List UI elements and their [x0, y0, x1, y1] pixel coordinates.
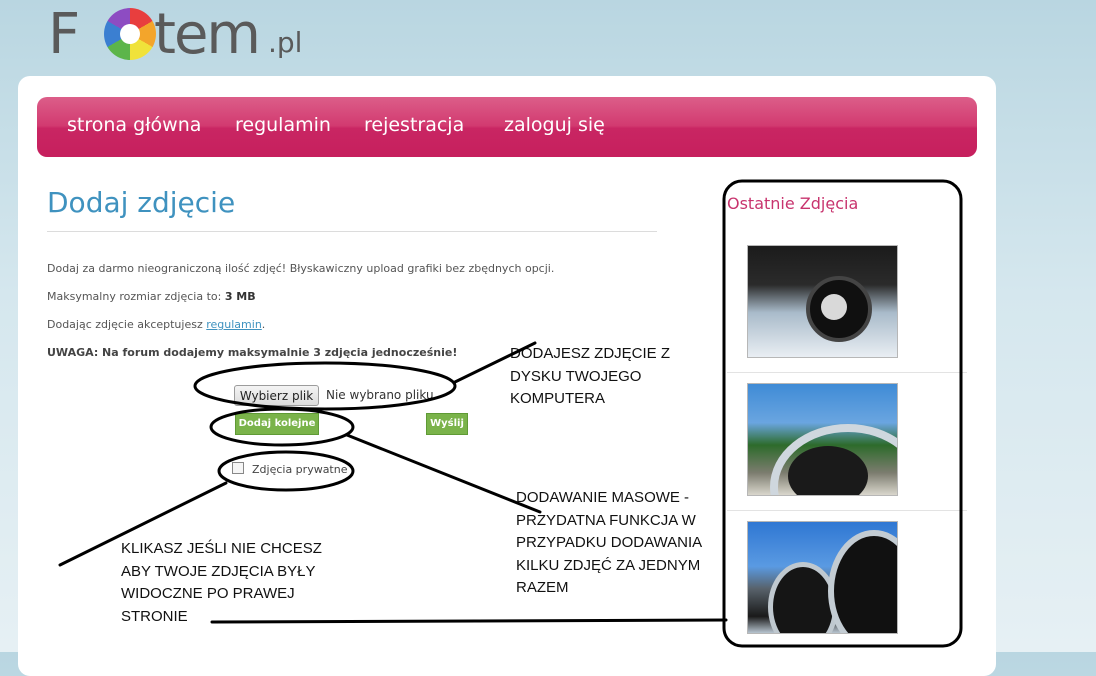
pointer-add-line [345, 433, 542, 514]
highlight-sidebar-rect [722, 179, 963, 648]
annotation-overlay [58, 179, 963, 648]
highlight-add-ellipse [209, 407, 355, 447]
pointer-sidebar-line [210, 618, 728, 624]
pointer-file-line [453, 341, 537, 384]
pointer-private-line [58, 481, 228, 567]
highlight-private-ellipse [217, 450, 355, 492]
highlight-file-ellipse [193, 361, 457, 411]
